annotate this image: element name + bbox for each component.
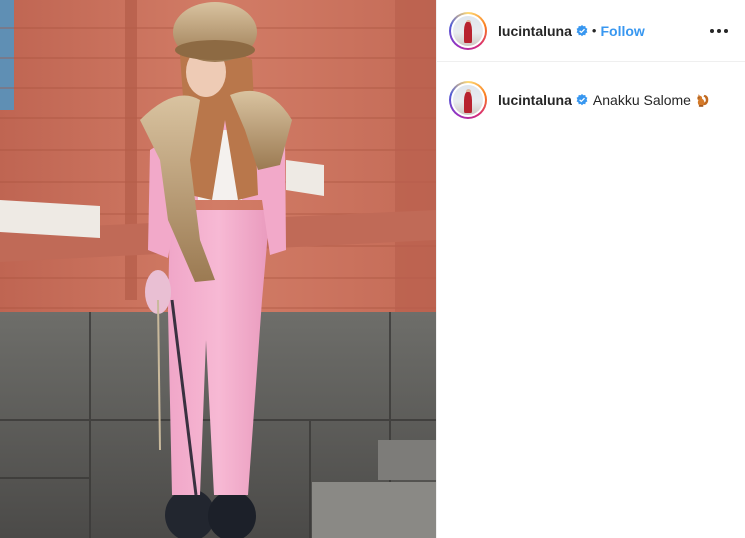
author-username[interactable]: lucintaluna — [498, 23, 572, 39]
follow-button[interactable]: Follow — [600, 23, 644, 39]
author-avatar[interactable] — [449, 11, 487, 50]
caption-text: Anakku Salome — [592, 92, 691, 108]
more-options-icon[interactable] — [707, 19, 731, 43]
post-photo-image — [0, 0, 436, 538]
post-header: lucintaluna • Follow — [437, 0, 745, 62]
caption-author-avatar[interactable] — [449, 81, 487, 119]
squirrel-emoji-icon — [695, 93, 710, 108]
caption-row: lucintaluna Anakku Salome — [437, 62, 745, 122]
post-sidebar: lucintaluna • Follow lucintaluna Anakku … — [436, 0, 745, 538]
separator-dot: • — [591, 23, 597, 38]
caption-username[interactable]: lucintaluna — [498, 92, 572, 108]
post-photo[interactable] — [0, 0, 436, 538]
verified-badge-icon — [576, 24, 588, 37]
verified-badge-icon — [576, 94, 588, 106]
